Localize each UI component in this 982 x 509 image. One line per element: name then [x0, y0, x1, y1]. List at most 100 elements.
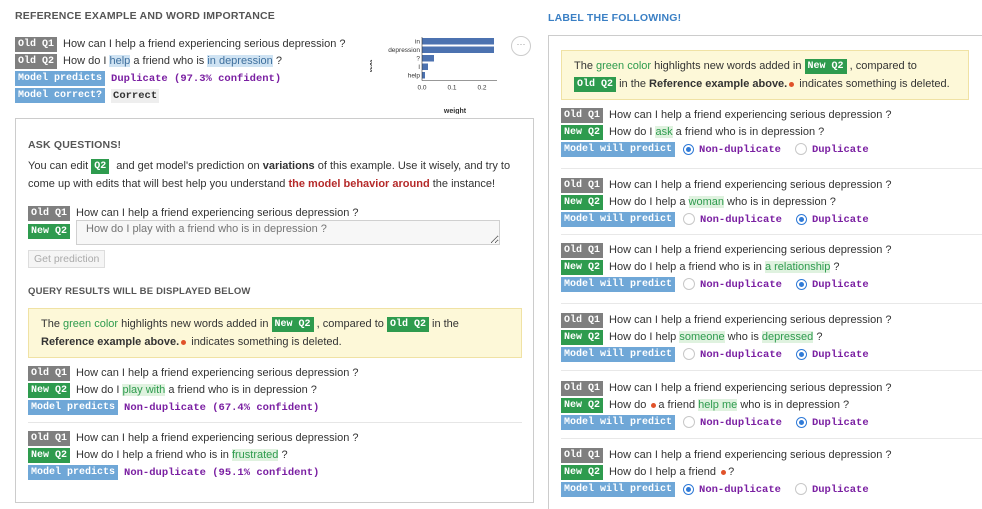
non-duplicate-radio[interactable] [683, 416, 696, 429]
label-new-row: New Q2 How do I help a friend ? [561, 464, 982, 481]
non-duplicate-label[interactable]: Non-duplicate [700, 417, 782, 429]
notice-bold: Reference example above. [649, 78, 788, 90]
old-q1-tag: Old Q1 [28, 365, 71, 381]
non-duplicate-label[interactable]: Non-duplicate [700, 214, 782, 226]
label-choice-row: Model will predict Non-duplicate Duplicate [561, 346, 982, 363]
label-item: Old Q1 How can I help a friend experienci… [561, 242, 982, 293]
model-correct-tag: Model correct? [15, 87, 106, 103]
duplicate-radio[interactable] [795, 348, 807, 360]
notice-text: in the [428, 318, 459, 330]
left-panel: REFERENCE EXAMPLE AND WORD IMPORTANCE Ol… [0, 0, 538, 508]
label-choice-row: Model will predict Non-duplicate Duplicate [561, 414, 982, 431]
label-old-row: Old Q1 How can I help a friend experienci… [561, 242, 982, 259]
new-q2-input[interactable] [76, 220, 500, 245]
new-q2-part: a friend who is in depression ? [672, 126, 825, 138]
old-q1-text: How can I help a friend experiencing ser… [63, 38, 346, 50]
non-duplicate-label[interactable]: Non-duplicate [700, 349, 782, 361]
old-q2-part: a friend who is [130, 55, 208, 67]
label-choice-row: Model will predict Non-duplicate Duplicate [561, 211, 982, 228]
label-new-row: New Q2 How do I ask a friend who is in de… [561, 124, 982, 141]
old-q1-tag: Old Q1 [561, 177, 604, 193]
new-word-highlight: someone [679, 331, 725, 343]
duplicate-label[interactable]: Duplicate [812, 417, 869, 429]
ask-questions-panel: ASK QUESTIONS! You can edit Q2 and get m… [15, 118, 534, 503]
duplicate-radio[interactable] [795, 213, 807, 225]
chart-xlabel: weight [443, 108, 467, 114]
model-predicts-tag: Model predicts [28, 399, 119, 415]
notice-text: , compared to [313, 318, 387, 330]
result-pred-row: Model predicts Non-duplicate (67.4% confi… [28, 399, 359, 416]
new-word-highlight: play with [122, 384, 166, 396]
label-old-row: Old Q1 How can I help a friend experienci… [561, 107, 982, 124]
chart-bars [422, 38, 494, 79]
duplicate-radio[interactable] [795, 416, 807, 428]
duplicate-label[interactable]: Duplicate [812, 484, 869, 496]
new-q2-part: How do I [76, 384, 123, 396]
old-q1-text: How can I help a friend experiencing ser… [609, 179, 892, 191]
duplicate-radio[interactable] [795, 278, 807, 290]
chart-category-label: help [408, 73, 421, 80]
model-predicts-value: Non-duplicate (67.4% confident) [124, 402, 320, 414]
more-options-icon[interactable]: ··· [511, 36, 531, 56]
duplicate-label[interactable]: Duplicate [812, 279, 869, 291]
model-predicts-value: Non-duplicate (95.1% confident) [124, 467, 320, 479]
new-q2-part: who is [724, 331, 762, 343]
duplicate-label[interactable]: Duplicate [812, 214, 869, 226]
label-new-row: New Q2 How do I help a woman who is in de… [561, 194, 982, 211]
old-q2-part: ? [272, 55, 282, 67]
old-q1-tag: Old Q1 [561, 107, 604, 123]
old-q1-tag: Old Q1 [561, 447, 604, 463]
new-q2-part: How do I [609, 126, 656, 138]
chart-bar [422, 46, 494, 53]
duplicate-label[interactable]: Duplicate [812, 349, 869, 361]
desc-text: the instance! [429, 178, 496, 190]
result-old-row: Old Q1 How can I help a friend experienci… [28, 430, 359, 447]
model-predicts-tag: Model predicts [15, 70, 106, 86]
new-q2-tag: New Q2 [28, 447, 71, 463]
divider [561, 168, 982, 169]
label-item: Old Q1 How can I help a friend experienci… [561, 312, 982, 363]
new-q2-part: How do [609, 399, 650, 411]
q2-tag: Q2 [91, 158, 110, 174]
chart-tick-label: 0.0 [417, 85, 426, 92]
old-q1-tag: Old Q1 [561, 312, 604, 328]
label-item: Old Q1 How can I help a friend experienci… [561, 177, 982, 228]
get-prediction-button[interactable]: Get prediction [28, 250, 106, 268]
chart-tick-label: 0.2 [477, 85, 486, 92]
model-will-predict-tag: Model will predict [561, 276, 676, 292]
chart-category-label: depression [388, 47, 420, 54]
chart-bar [422, 38, 494, 45]
duplicate-radio[interactable] [794, 483, 807, 496]
notice-text: highlights new words added in [651, 60, 805, 72]
new-q2-tag: New Q2 [561, 194, 604, 210]
reference-title: REFERENCE EXAMPLE AND WORD IMPORTANCE [15, 10, 275, 22]
non-duplicate-radio[interactable] [683, 278, 696, 291]
label-new-row: New Q2 How do I help a friend who is in a… [561, 259, 982, 276]
divider [561, 370, 982, 371]
new-q2-part: ? [813, 331, 823, 343]
non-duplicate-label[interactable]: Non-duplicate [700, 279, 782, 291]
desc-bold: variations [262, 160, 315, 172]
non-duplicate-label[interactable]: Non-duplicate [699, 144, 781, 156]
word-importance-chart: text indepression?Ihelp 0.0 0.1 0.2 weight [370, 37, 497, 114]
non-duplicate-radio[interactable] [683, 348, 696, 361]
non-duplicate-radio[interactable] [683, 483, 695, 495]
model-will-predict-tag: Model will predict [561, 481, 676, 497]
ref-old-q1-row: Old Q1 How can I help a friend experienci… [15, 36, 365, 53]
non-duplicate-radio[interactable] [683, 213, 696, 226]
old-q1-text: How can I help a friend experiencing ser… [76, 367, 359, 379]
old-q2-tag: Old Q2 [386, 316, 429, 332]
non-duplicate-radio[interactable] [683, 143, 695, 155]
notice-bold: Reference example above. [41, 336, 180, 348]
label-item: Old Q1 How can I help a friend experienci… [561, 447, 982, 498]
ref-model-predicts-row: Model predicts Duplicate (97.3% confident… [15, 70, 365, 87]
model-will-predict-tag: Model will predict [561, 211, 676, 227]
duplicate-radio[interactable] [794, 143, 807, 156]
duplicate-label[interactable]: Duplicate [812, 144, 869, 156]
new-q2-part: ? [278, 449, 288, 461]
label-item: Old Q1 How can I help a friend experienci… [561, 380, 982, 431]
new-q2-tag: New Q2 [561, 259, 604, 275]
desc-highlight: the model behavior around [288, 178, 430, 190]
ask-title: ASK QUESTIONS! [28, 139, 122, 151]
non-duplicate-label[interactable]: Non-duplicate [699, 484, 781, 496]
